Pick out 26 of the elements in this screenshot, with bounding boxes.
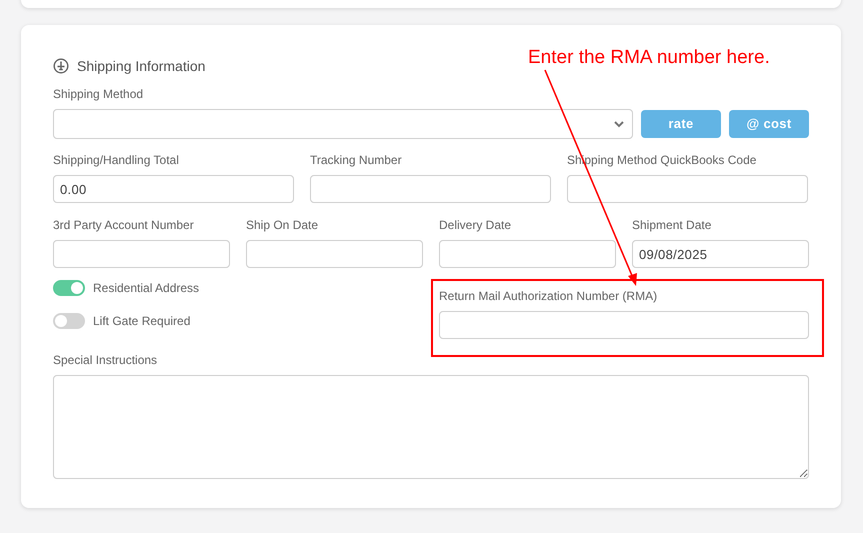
input-field[interactable] [439,311,809,339]
toggle-label: Residential Address [93,280,200,297]
input-field[interactable] [439,240,616,268]
toggle-switch[interactable] [53,313,85,329]
field-label: Tracking Number [310,152,403,169]
field-label: Special Instructions [53,352,158,369]
text-area[interactable] [53,375,809,479]
field-label: Return Mail Authorization Number (RMA) [439,288,658,305]
input-field[interactable]: 0.00 [53,175,294,203]
field-label: Shipping Method [53,86,144,103]
field-label: Shipment Date [632,217,712,234]
select-field[interactable] [53,109,633,139]
input-field[interactable] [567,175,808,203]
input-field[interactable] [246,240,423,268]
field-label: Delivery Date [439,217,512,234]
annotation-text: Enter the RMA number here. [528,46,770,70]
field-label: 3rd Party Account Number [53,217,195,234]
input-field[interactable]: 09/08/2025 [632,240,809,268]
input-field[interactable] [310,175,551,203]
toggle-label: Lift Gate Required [93,313,190,330]
input-field[interactable] [53,240,230,268]
field-label: Shipping/Handling Total [53,152,180,169]
chevron-down-icon [614,120,624,128]
toggle-switch[interactable] [53,280,85,296]
section-title: Shipping Information [77,56,206,76]
field-label: Ship On Date [246,217,320,234]
